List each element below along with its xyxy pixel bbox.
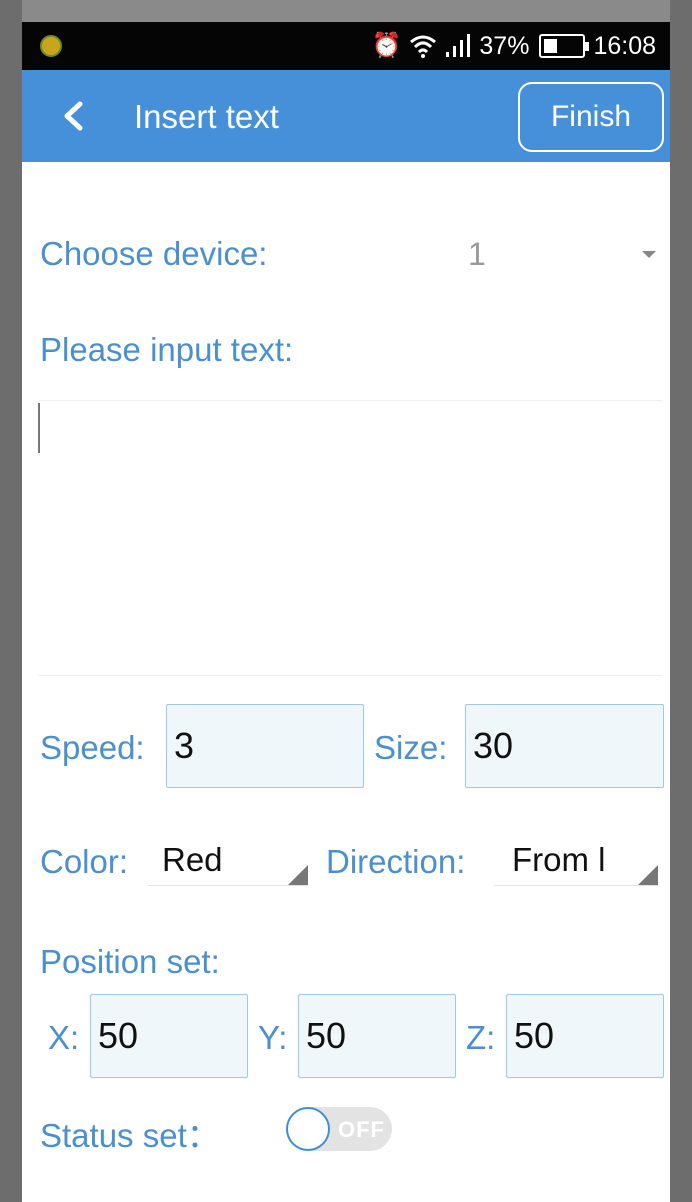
- background-app-right: [670, 0, 692, 1202]
- device-select-value[interactable]: 1: [468, 234, 486, 274]
- text-input-area[interactable]: [38, 400, 662, 676]
- position-set-label: Position set:: [40, 943, 220, 980]
- toggle-state-label: OFF: [338, 1117, 385, 1142]
- status-set-label: Status set：: [40, 1117, 220, 1154]
- caret-down-icon[interactable]: [642, 251, 656, 258]
- z-label: Z:: [466, 1019, 496, 1056]
- direction-dropdown[interactable]: From l: [494, 840, 658, 886]
- color-label: Color:: [40, 843, 129, 880]
- page-title: Insert text: [134, 98, 279, 135]
- battery-level: [544, 39, 558, 53]
- color-dropdown[interactable]: Red: [148, 840, 308, 886]
- finish-button[interactable]: Finish: [518, 82, 664, 152]
- text-cursor: [38, 403, 40, 453]
- toggle-knob: [286, 1107, 330, 1151]
- direction-label: Direction:: [326, 843, 466, 880]
- app-notification-icon: [40, 35, 62, 57]
- dropdown-corner-icon: [288, 865, 308, 885]
- z-input[interactable]: 50: [506, 994, 664, 1078]
- size-label: Size:: [374, 729, 448, 766]
- y-label: Y:: [258, 1019, 288, 1056]
- x-label: X:: [48, 1019, 80, 1056]
- clock: 16:08: [593, 31, 656, 60]
- status-icons: ⏰ 37% 16:08: [372, 31, 657, 61]
- status-bar: ⏰ 37% 16:08: [22, 22, 670, 70]
- dropdown-corner-icon: [638, 865, 658, 885]
- size-input[interactable]: 30: [465, 704, 664, 788]
- insert-text-screen: ⏰ 37% 16:08 Insert text Finish Choose de…: [22, 22, 670, 1202]
- y-input[interactable]: 50: [298, 994, 456, 1078]
- speed-label: Speed:: [40, 729, 145, 766]
- battery-percent: 37%: [479, 31, 530, 60]
- app-bar: Insert text Finish: [22, 70, 670, 162]
- background-app-left: [0, 0, 22, 1202]
- battery-icon: [539, 34, 590, 58]
- wifi-icon: [410, 35, 437, 58]
- choose-device-label: Choose device:: [40, 235, 268, 272]
- background-app: [0, 0, 692, 22]
- input-text-label: Please input text:: [40, 331, 294, 368]
- chevron-left-icon: [64, 101, 83, 131]
- x-input[interactable]: 50: [90, 994, 248, 1078]
- speed-input[interactable]: 3: [166, 704, 364, 788]
- status-toggle[interactable]: OFF: [286, 1107, 392, 1151]
- battery-cap: [585, 42, 590, 51]
- direction-dropdown-value: From l: [512, 841, 606, 878]
- back-button[interactable]: [52, 92, 96, 140]
- color-dropdown-value: Red: [162, 841, 223, 878]
- alarm-icon: ⏰: [371, 32, 402, 59]
- signal-icon: [446, 34, 471, 57]
